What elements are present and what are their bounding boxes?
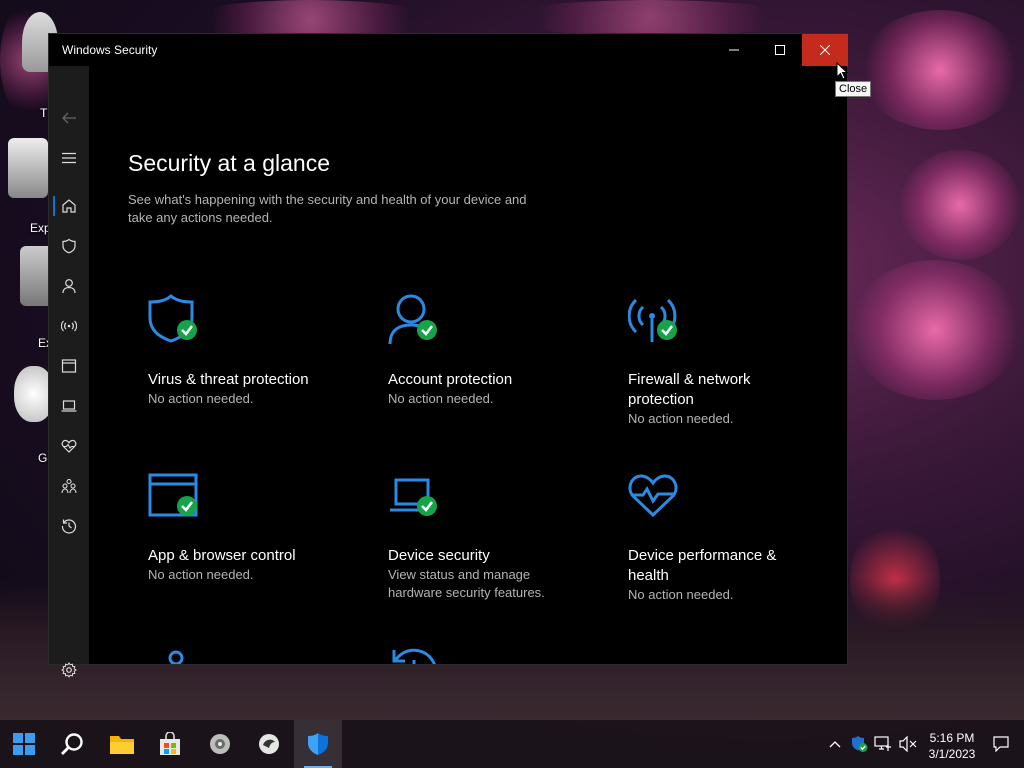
laptop-icon: [61, 400, 77, 412]
clock-date: 3/1/2023: [928, 747, 976, 761]
clock-time: 5:16 PM: [929, 731, 975, 745]
network-icon: [874, 736, 891, 751]
antenna-icon: [61, 320, 77, 332]
tile-status: View status and manage hardware security…: [388, 567, 545, 600]
back-icon: [62, 112, 76, 124]
shield-icon: [62, 238, 76, 254]
menu-icon: [62, 152, 76, 164]
desktop-icon-2[interactable]: [8, 138, 48, 198]
nav-virus-protection[interactable]: [49, 226, 89, 266]
folder-icon: [110, 736, 134, 754]
mouse-cursor-icon: [836, 62, 849, 80]
windows-logo-icon: [13, 733, 35, 755]
tile-status: No action needed.: [388, 391, 494, 406]
tile-app-browser-control[interactable]: App & browser control No action needed.: [148, 470, 378, 610]
tile-account-protection[interactable]: Account protection No action needed.: [388, 294, 618, 434]
history-icon: [61, 519, 77, 534]
nav-settings[interactable]: [49, 650, 89, 690]
minimize-button[interactable]: [711, 34, 757, 66]
nav-device-performance[interactable]: [49, 426, 89, 466]
back-button[interactable]: [49, 98, 89, 138]
nav-firewall[interactable]: [49, 306, 89, 346]
minimize-icon: [729, 49, 739, 51]
shield-check-tray-icon: [852, 736, 868, 752]
heartbeat-icon: [61, 439, 77, 453]
navigation-rail: [49, 66, 89, 678]
window-icon: [61, 359, 77, 373]
home-icon: [62, 199, 76, 213]
selection-indicator: [53, 196, 55, 216]
tile-status: No action needed.: [148, 567, 254, 582]
page-subtitle: See what's happening with the security a…: [128, 192, 527, 225]
maximize-icon: [775, 45, 785, 55]
search-icon: [61, 733, 83, 755]
show-hidden-icons-button[interactable]: [826, 720, 844, 768]
nav-family-options[interactable]: [49, 466, 89, 506]
tile-name: Account protection: [388, 371, 513, 388]
close-tooltip: Close: [835, 81, 872, 97]
history-icon: [392, 648, 436, 664]
file-explorer-button[interactable]: [98, 720, 146, 768]
store-bag-icon: [160, 732, 180, 755]
volume-tray-button[interactable]: [897, 720, 919, 768]
main-content: Security at a glance See what's happenin…: [89, 66, 847, 664]
tile-protection-history[interactable]: [388, 646, 618, 664]
nav-device-security[interactable]: [49, 386, 89, 426]
page-title: Security at a glance: [128, 150, 331, 176]
tile-name: Virus & threat protection: [148, 371, 309, 388]
bird-app-icon: [259, 734, 279, 754]
windows-security-window: Windows Security Security at a glance Se…: [48, 33, 848, 678]
windows-security-taskbar-button[interactable]: [294, 720, 342, 768]
laptop-check-icon: [390, 478, 437, 516]
tile-name: App & browser control: [148, 547, 296, 564]
speaker-muted-icon: [899, 736, 917, 752]
disc-app-icon: [210, 734, 230, 754]
menu-button[interactable]: [49, 138, 89, 178]
settings-icon: [61, 662, 77, 678]
notification-icon: [993, 736, 1009, 752]
nav-app-browser[interactable]: [49, 346, 89, 386]
maximize-button[interactable]: [757, 34, 803, 66]
app-button-2[interactable]: [245, 720, 293, 768]
tile-status: No action needed.: [628, 411, 734, 426]
tile-device-performance-health[interactable]: Device performance & health No action ne…: [628, 470, 847, 630]
family-icon: [168, 650, 184, 664]
tile-firewall-network-protection[interactable]: Firewall & network protection No action …: [628, 294, 847, 454]
antenna-check-icon: [628, 298, 677, 342]
window-title: Windows Security: [62, 43, 158, 57]
person-check-icon: [388, 294, 437, 345]
heartbeat-icon: [628, 474, 678, 518]
search-button[interactable]: [48, 720, 96, 768]
browser-window-check-icon: [148, 473, 198, 517]
tile-status: No action needed.: [628, 587, 734, 602]
tile-name: Device performance & health: [628, 547, 777, 584]
windows-security-shield-icon: [308, 733, 328, 755]
app-button-1[interactable]: [196, 720, 244, 768]
nav-home[interactable]: [49, 186, 89, 226]
taskbar: 5:16 PM 3/1/2023: [0, 720, 1024, 768]
start-button[interactable]: [0, 720, 48, 768]
notifications-button[interactable]: [990, 720, 1012, 768]
store-button[interactable]: [146, 720, 194, 768]
close-icon: [820, 45, 830, 55]
security-tray-button[interactable]: [848, 720, 870, 768]
network-tray-button[interactable]: [872, 720, 894, 768]
tile-status: No action needed.: [148, 391, 254, 406]
nav-account-protection[interactable]: [49, 266, 89, 306]
tile-virus-threat-protection[interactable]: Virus & threat protection No action need…: [148, 294, 378, 434]
shield-check-icon: [148, 294, 197, 343]
desktop-icon-1-label: T: [40, 106, 48, 120]
tile-name: Firewall & network protection: [628, 371, 751, 408]
tile-name: Device security: [388, 547, 490, 564]
chevron-up-icon: [829, 741, 841, 748]
nav-protection-history[interactable]: [49, 506, 89, 546]
tile-device-security[interactable]: Device security View status and manage h…: [388, 470, 618, 620]
title-bar[interactable]: Windows Security: [49, 34, 848, 66]
person-icon: [62, 279, 76, 294]
family-icon: [61, 478, 77, 494]
tile-family-options[interactable]: [148, 650, 378, 664]
taskbar-clock[interactable]: 5:16 PM 3/1/2023: [922, 730, 982, 762]
